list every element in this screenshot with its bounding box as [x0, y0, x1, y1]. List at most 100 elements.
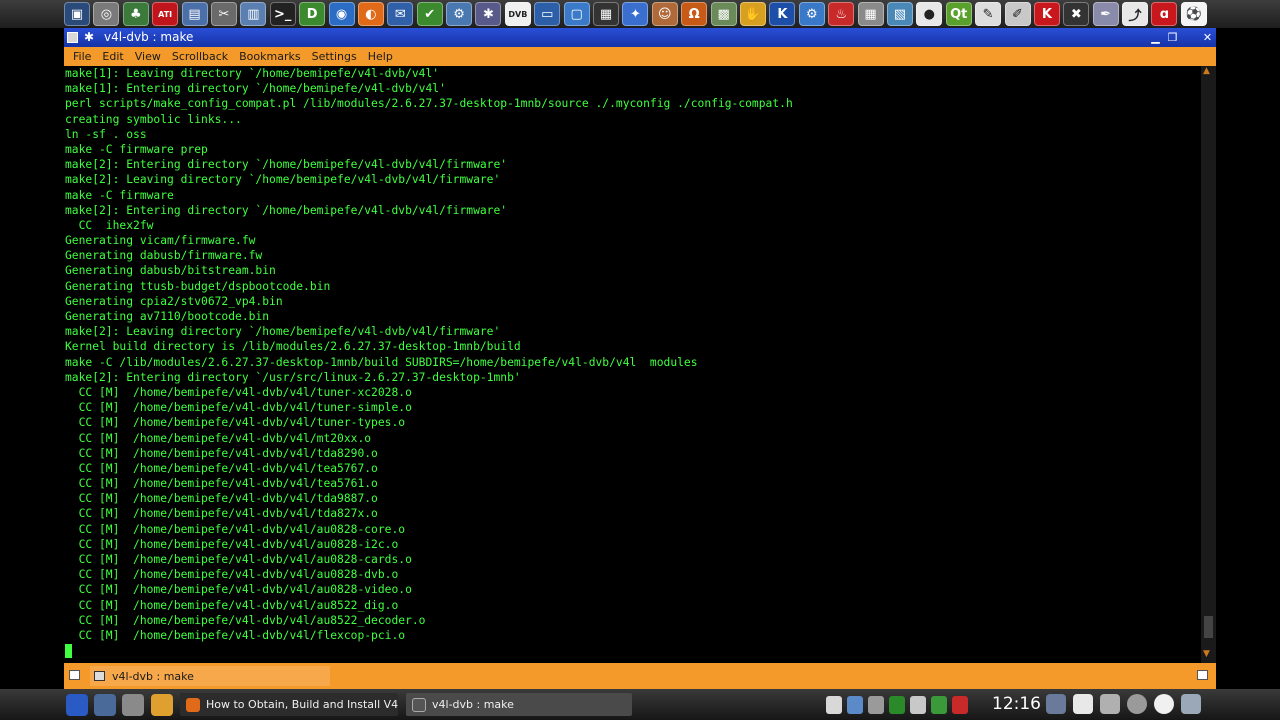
menu-bookmarks[interactable]: Bookmarks	[239, 50, 300, 63]
terminal-line: CC [M] /home/bemipefe/v4l-dvb/v4l/au8522…	[65, 613, 426, 627]
terminal-line: CC [M] /home/bemipefe/v4l-dvb/v4l/tuner-…	[65, 416, 406, 430]
terminal-line: Kernel build directory is /lib/modules/2…	[65, 340, 521, 354]
qt-icon[interactable]: Qt	[945, 2, 972, 26]
task-browser[interactable]: How to Obtain, Build and Install V4L	[180, 693, 398, 716]
globe-icon[interactable]: ◉	[328, 2, 355, 26]
session-tab-label: v4l-dvb : make	[112, 669, 194, 683]
tools-icon[interactable]: ✂	[210, 2, 237, 26]
window-title: v4l-dvb : make	[104, 30, 194, 44]
notes-icon[interactable]: ✐	[1004, 2, 1031, 26]
terminal-line: CC [M] /home/bemipefe/v4l-dvb/v4l/tuner-…	[65, 401, 412, 415]
session-tab[interactable]: v4l-dvb : make	[90, 666, 330, 686]
disk-icon[interactable]: ◎	[93, 2, 120, 26]
window-list-icon[interactable]	[1181, 694, 1201, 714]
battery-icon[interactable]	[952, 696, 968, 714]
wireless-icon[interactable]	[1127, 694, 1147, 714]
flame-icon[interactable]: ♨	[828, 2, 855, 26]
close-tab-icon[interactable]	[1197, 670, 1208, 680]
menu-help[interactable]: Help	[368, 50, 393, 63]
firefox-icon[interactable]: ◐	[357, 2, 384, 26]
terminal-line: CC ihex2fw	[65, 218, 154, 232]
dvb-icon[interactable]: DVB	[504, 2, 531, 26]
taskbar: How to Obtain, Build and Install V4L v4l…	[0, 689, 1280, 720]
menu-scrollback[interactable]: Scrollback	[172, 50, 228, 63]
menu-settings[interactable]: Settings	[312, 50, 357, 63]
gear-icon[interactable]: ⚙	[798, 2, 825, 26]
power-icon[interactable]	[931, 696, 947, 714]
task-terminal-label: v4l-dvb : make	[432, 698, 514, 711]
window-menu-icon[interactable]	[67, 32, 78, 43]
network-manager-icon[interactable]	[847, 696, 863, 714]
terminal-scrollbar[interactable]: ▲ ▼	[1201, 66, 1216, 663]
clipboard-icon[interactable]	[826, 696, 842, 714]
launcher-bar: ▣ ◎ ♣ ATI ▤ ✂ ▥ >_ D ◉ ◐ ✉ ✔ ⚙ ✱ DVB ▭ ▢ ▦ ✦ ☺ Ω ▩ ✋ K ⚙ ♨ ▦ ▧ ● Qt ✎ ✐ K…	[64, 1, 1216, 27]
joystick-icon[interactable]: ♣	[122, 2, 149, 26]
menu-bar: File Edit View Scrollback Bookmarks Sett…	[64, 47, 1216, 66]
window-titlebar[interactable]: ✱ v4l-dvb : make ▁ ❐ ✕	[64, 28, 1216, 47]
sphere-icon[interactable]: ●	[916, 2, 943, 26]
terminal-line: perl scripts/make_config_compat.pl /lib/…	[65, 97, 793, 111]
cd-icon[interactable]	[1154, 694, 1174, 714]
close-icon[interactable]: ✕	[1200, 30, 1215, 45]
terminal-line: make -C /lib/modules/2.6.27.37-desktop-1…	[65, 355, 698, 369]
swirl-icon[interactable]: ɑ	[1151, 2, 1178, 26]
terminal-line: CC [M] /home/bemipefe/v4l-dvb/v4l/tda829…	[65, 446, 378, 460]
task-terminal[interactable]: v4l-dvb : make	[406, 693, 632, 716]
pen-tool-icon[interactable]: ✒	[1092, 2, 1119, 26]
pencil-icon[interactable]: ✎	[975, 2, 1002, 26]
maximize-icon[interactable]: ❐	[1165, 30, 1180, 45]
printer-icon[interactable]	[1046, 694, 1066, 714]
screen-icon[interactable]: ▢	[563, 2, 590, 26]
headphones-icon[interactable]: Ω	[681, 2, 708, 26]
volume-icon[interactable]	[868, 696, 884, 714]
search-icon[interactable]	[1100, 694, 1120, 714]
thunderbird-icon[interactable]: ✉	[387, 2, 414, 26]
d-icon[interactable]: D	[299, 2, 326, 26]
ati-icon[interactable]: ATI	[152, 2, 179, 26]
terminal-line: make[1]: Entering directory `/home/bemip…	[65, 82, 446, 96]
network-icon[interactable]: ⚙	[446, 2, 473, 26]
package-icon[interactable]	[151, 694, 173, 716]
film-icon[interactable]: ▦	[593, 2, 620, 26]
image-editor-icon[interactable]: ▧	[886, 2, 913, 26]
terminal-line: Generating vicam/firmware.fw	[65, 234, 256, 248]
image-icon[interactable]: ▩	[710, 2, 737, 26]
monitor-icon[interactable]: ▭	[534, 2, 561, 26]
new-tab-icon[interactable]	[69, 670, 80, 680]
terminal-line: CC [M] /home/bemipefe/v4l-dvb/v4l/flexco…	[65, 628, 406, 642]
terminal-icon[interactable]: >_	[269, 2, 296, 26]
kate-icon[interactable]: K	[1033, 2, 1060, 26]
minimize-icon[interactable]: ▁	[1148, 30, 1163, 45]
checkmark-icon[interactable]: ✔	[416, 2, 443, 26]
kde-menu-icon[interactable]	[66, 694, 88, 716]
menu-edit[interactable]: Edit	[102, 50, 123, 63]
terminal-line: make -C firmware	[65, 188, 174, 202]
compass-icon[interactable]: ✦	[622, 2, 649, 26]
scrollbar-thumb[interactable]	[1204, 616, 1213, 638]
terminal-line: CC [M] /home/bemipefe/v4l-dvb/v4l/tea576…	[65, 477, 378, 491]
show-desktop-icon[interactable]	[94, 694, 116, 716]
scroll-down-icon[interactable]: ▼	[1203, 649, 1210, 659]
k-icon[interactable]: K	[769, 2, 796, 26]
display-config-icon[interactable]: ▤	[181, 2, 208, 26]
clock[interactable]: 12:16	[992, 694, 1041, 714]
upload-icon[interactable]	[910, 696, 926, 714]
hand-icon[interactable]: ✋	[739, 2, 766, 26]
scroll-up-icon[interactable]: ▲	[1203, 66, 1210, 76]
soccer-ball-icon[interactable]: ⚽	[1180, 2, 1207, 26]
system-tray	[826, 694, 976, 716]
monitor-tray-icon[interactable]	[889, 696, 905, 714]
x-icon[interactable]: ✖	[1063, 2, 1090, 26]
chart-icon[interactable]: ⤴	[1122, 2, 1149, 26]
sticky-pin-icon[interactable]: ✱	[84, 30, 94, 44]
menu-file[interactable]: File	[73, 50, 91, 63]
logout-icon[interactable]	[1073, 694, 1093, 714]
person-icon[interactable]: ☺	[651, 2, 678, 26]
terminal-output[interactable]: make[1]: Leaving directory `/home/bemipe…	[64, 66, 1201, 663]
trash-icon[interactable]	[122, 694, 144, 716]
menu-view[interactable]: View	[135, 50, 161, 63]
desktop-icon[interactable]: ▣	[64, 2, 90, 26]
calculator-icon[interactable]: ▦	[857, 2, 884, 26]
settings-icon[interactable]: ✱	[475, 2, 502, 26]
document-icon[interactable]: ▥	[240, 2, 267, 26]
